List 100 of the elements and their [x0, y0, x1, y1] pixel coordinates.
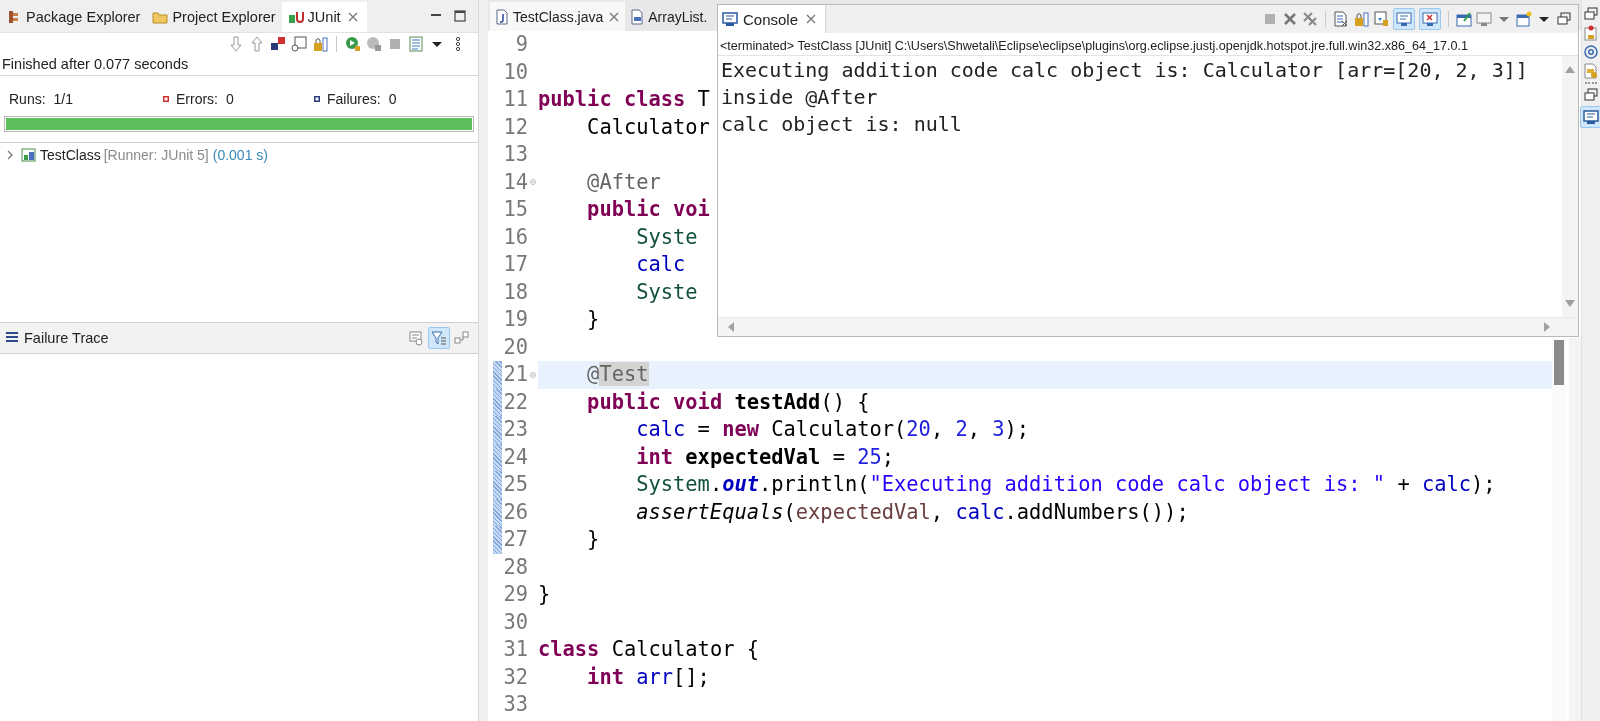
test-class-icon: [21, 147, 37, 163]
line-number: 22: [502, 388, 528, 416]
line-number: 16: [502, 223, 528, 251]
code-line: class Calculator {: [538, 636, 759, 663]
line-number: 29: [502, 581, 528, 608]
line-number: 25: [502, 471, 528, 498]
monitor-icon[interactable]: [1476, 11, 1492, 27]
code-line: @Test: [586, 361, 649, 388]
line-number: 10: [502, 58, 528, 86]
junit-icon: [287, 9, 304, 25]
java-file-icon: [494, 8, 510, 25]
line-number: 28: [502, 553, 528, 581]
counter-value: 0: [388, 91, 397, 107]
counter-label: Failures:: [327, 91, 381, 107]
scroll-right-icon[interactable]: [1542, 321, 1552, 333]
counter-label: Errors:: [176, 91, 218, 107]
line-number: 27: [502, 526, 528, 553]
code-line: Syste: [635, 223, 698, 251]
scrollbar-thumb[interactable]: [1554, 340, 1564, 385]
console-output-line: inside @After: [721, 84, 879, 111]
maximize-icon[interactable]: [452, 8, 468, 24]
line-number: 24: [502, 443, 528, 471]
scroll-down-icon[interactable]: [1564, 299, 1576, 309]
rerun-icon[interactable]: [366, 36, 382, 52]
console-header-text: <terminated> TestClass [JUnit] C:\Users\Shwetali\Eclipse\eclipse\plugins\org.eclipse.justj.openjdk.hotspot.jre.full.win32.x86_64_17.0.1: [718, 33, 1578, 56]
horizontal-scrollbar[interactable]: [718, 317, 1578, 336]
line-number: 30: [502, 608, 528, 636]
up-arrow-icon[interactable]: [249, 36, 265, 52]
counter-label: Runs:: [9, 91, 46, 107]
range-indicator: [493, 471, 502, 499]
scrollbar[interactable]: [1552, 338, 1566, 721]
line-number: 20: [502, 333, 528, 361]
code-line: public voi: [586, 196, 710, 223]
console-tab[interactable]: Console: [718, 5, 827, 33]
clear-console-icon[interactable]: [1333, 11, 1349, 27]
view-tab[interactable]: Project Explorer: [146, 2, 282, 32]
line-number: 15: [502, 196, 528, 223]
remove-all-icon[interactable]: [1302, 11, 1318, 27]
code-line: Syste: [635, 278, 698, 306]
restore-icon[interactable]: [1583, 87, 1599, 103]
code-line: System.out.println("Executing addition code calc object is: " + calc);: [635, 471, 1496, 498]
line-number: 21: [502, 361, 528, 388]
code-line: assertEquals(expectedVal, calc.addNumbers());: [635, 498, 1189, 526]
restore-icon[interactable]: [1556, 11, 1572, 27]
class-file-icon: [629, 8, 646, 25]
line-number: 26: [502, 498, 528, 526]
range-indicator: [493, 361, 502, 389]
new-window-icon[interactable]: [1516, 11, 1532, 27]
history-icon[interactable]: [291, 36, 307, 52]
error-icon: [160, 93, 172, 105]
monitor-icon: [722, 11, 738, 27]
line-number: 12: [502, 113, 528, 141]
line-number: 9: [514, 31, 528, 58]
code-line: }: [586, 306, 600, 333]
code-line: int expectedVal = 25;: [635, 443, 895, 471]
document-icon[interactable]: [1583, 25, 1599, 41]
scroll-left-icon[interactable]: [726, 321, 736, 333]
line-number: 33: [502, 691, 528, 718]
tree-item-runner: [Runner: JUnit 5]: [103, 147, 209, 163]
folder-icon: [152, 9, 169, 25]
run-icon[interactable]: [345, 36, 361, 52]
range-indicator: [493, 416, 502, 444]
line-number: 14: [502, 168, 528, 196]
code-line: }: [586, 526, 600, 553]
code-line: calc: [635, 251, 686, 278]
lock-icon[interactable]: [312, 36, 328, 52]
compare-icon[interactable]: [408, 330, 424, 346]
range-indicator: [493, 388, 502, 416]
window-icon[interactable]: [1456, 11, 1472, 27]
code-line: Calculator: [586, 113, 710, 141]
line-number: 19: [502, 306, 528, 333]
code-line: int arr[];: [586, 663, 710, 691]
line-number: 17: [502, 251, 528, 278]
code-line: }: [538, 581, 551, 608]
line-number: 18: [502, 278, 528, 306]
pin-icon[interactable]: [1373, 11, 1389, 27]
code-line: calc = new Calculator(20, 2, 3);: [635, 416, 1030, 443]
ring-icon[interactable]: [1583, 44, 1599, 60]
counter-value: 0: [226, 91, 234, 107]
view-tab[interactable]: Package Explorer: [0, 2, 147, 32]
stop-icon[interactable]: [387, 36, 403, 52]
code-line: public class T: [538, 86, 710, 113]
restore-icon[interactable]: [1583, 6, 1599, 22]
copy-icon[interactable]: [454, 330, 470, 346]
document-icon[interactable]: [1583, 63, 1599, 79]
down-arrow-icon[interactable]: [228, 36, 244, 52]
scroll-up-icon[interactable]: [1564, 64, 1576, 74]
error-filter-icon[interactable]: [270, 36, 286, 52]
editor-tab[interactable]: TestClass.java: [490, 2, 626, 31]
remove-icon[interactable]: [1282, 11, 1298, 27]
tree-item-name[interactable]: TestClass: [40, 147, 101, 163]
counter-value: 1/1: [53, 91, 74, 107]
view-tab[interactable]: JUnit: [281, 2, 367, 32]
code-line: @After: [586, 168, 661, 196]
console-output-line: Executing addition code calc object is: Calculator [arr=[20, 2, 3]]: [721, 57, 1529, 84]
range-indicator: [493, 443, 502, 471]
vertical-scrollbar[interactable]: [1562, 56, 1578, 317]
line-number: 32: [502, 663, 528, 691]
failure-icon: [311, 93, 323, 105]
range-indicator: [493, 526, 502, 554]
